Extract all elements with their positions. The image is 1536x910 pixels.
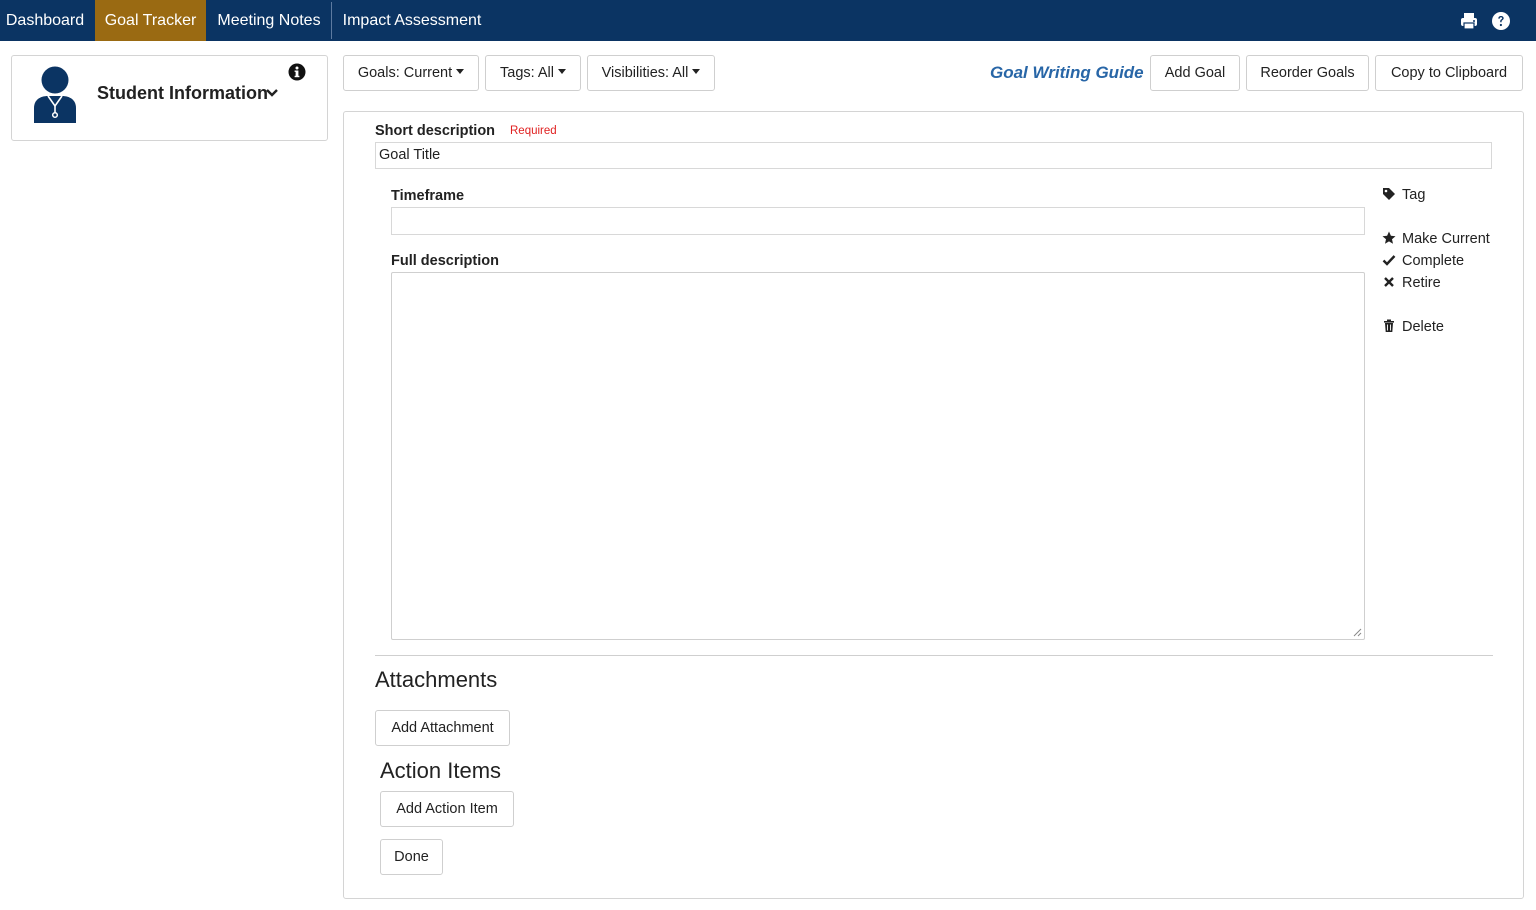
goal-edit-panel: Short description Required Goal Title Ti… — [343, 111, 1524, 899]
caret-down-icon — [456, 69, 465, 74]
delete-action-label: Delete — [1402, 319, 1444, 335]
visibilities-filter-label: Visibilities: All — [601, 65, 689, 81]
make-current-action-label: Make Current — [1402, 231, 1490, 247]
tag-action-label: Tag — [1402, 187, 1426, 203]
short-description-input[interactable]: Goal Title — [375, 142, 1492, 169]
tab-goal-tracker[interactable]: Goal Tracker — [95, 0, 206, 41]
short-description-label: Short description — [375, 123, 496, 139]
complete-action[interactable]: Complete — [1382, 253, 1464, 269]
tab-meeting-notes[interactable]: Meeting Notes — [207, 0, 331, 41]
caret-down-icon — [558, 69, 566, 74]
top-nav: Dashboard Goal Tracker Meeting Notes Imp… — [0, 0, 1536, 41]
add-action-item-button[interactable]: Add Action Item — [380, 791, 514, 827]
student-avatar-icon — [34, 66, 76, 123]
goal-writing-guide-link[interactable]: Goal Writing Guide — [990, 63, 1144, 83]
timeframe-label: Timeframe — [391, 188, 465, 204]
tag-action[interactable]: Tag — [1382, 187, 1425, 203]
reorder-goals-button[interactable]: Reorder Goals — [1246, 55, 1369, 91]
print-icon[interactable] — [1459, 11, 1479, 31]
retire-action[interactable]: Retire — [1382, 275, 1441, 291]
full-description-textarea[interactable] — [391, 272, 1365, 640]
copy-to-clipboard-button[interactable]: Copy to Clipboard — [1375, 55, 1523, 91]
action-items-heading: Action Items — [380, 758, 502, 783]
add-attachment-button[interactable]: Add Attachment — [375, 710, 510, 746]
goals-filter-dropdown[interactable]: Goals: Current — [343, 55, 479, 91]
goals-filter-label: Goals: Current — [357, 65, 453, 81]
tab-impact-assessment[interactable]: Impact Assessment — [333, 0, 491, 41]
full-description-label: Full description — [391, 253, 499, 269]
tags-filter-dropdown[interactable]: Tags: All — [485, 55, 581, 91]
complete-action-label: Complete — [1402, 253, 1465, 269]
help-icon[interactable] — [1491, 11, 1511, 31]
close-icon — [1384, 277, 1394, 287]
retire-action-label: Retire — [1402, 275, 1441, 291]
tags-filter-label: Tags: All — [500, 65, 554, 81]
student-info-title[interactable]: Student Information — [97, 83, 268, 104]
chevron-down-icon[interactable] — [265, 87, 279, 99]
tag-icon — [1383, 188, 1395, 200]
tab-separator — [331, 2, 332, 39]
add-goal-button[interactable]: Add Goal — [1150, 55, 1240, 91]
required-indicator: Required — [510, 125, 557, 137]
visibilities-filter-dropdown[interactable]: Visibilities: All — [587, 55, 715, 91]
tab-dashboard[interactable]: Dashboard — [0, 0, 90, 41]
section-divider — [375, 655, 1493, 656]
check-icon — [1382, 255, 1396, 266]
attachments-heading: Attachments — [375, 667, 498, 692]
make-current-action[interactable]: Make Current — [1382, 231, 1490, 247]
resize-handle-icon[interactable] — [1353, 628, 1362, 637]
student-info-card: Student Information — [11, 55, 328, 141]
done-button[interactable]: Done — [380, 839, 443, 875]
star-icon — [1382, 231, 1396, 244]
timeframe-input[interactable] — [391, 207, 1365, 235]
trash-icon — [1384, 319, 1394, 332]
info-icon[interactable] — [288, 63, 306, 81]
caret-down-icon — [692, 69, 701, 74]
delete-action[interactable]: Delete — [1382, 319, 1444, 335]
